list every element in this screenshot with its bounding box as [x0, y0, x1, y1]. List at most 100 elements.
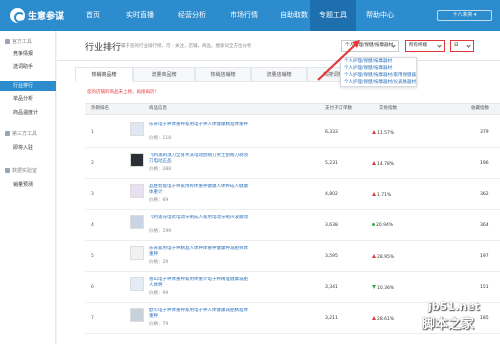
dropdown-item[interactable]: 个人护理/保健/按摩器材/家用保健器材 [341, 72, 416, 79]
rank: 5 [91, 254, 94, 259]
user-menu[interactable]: 十八未央 ▾ [437, 10, 492, 21]
table-row: 6 香山电子秤体重秤家用体重计电子秤精准健康减肥人体秤价格：99 3,341 10.3… [85, 274, 500, 303]
rank: 4 [91, 223, 94, 228]
col-product: 商品信息 [149, 106, 167, 111]
product-thumbnail[interactable] [130, 184, 144, 198]
product-price: 价格：199 [149, 229, 172, 234]
sidebar-item-industry-rank[interactable]: 行业排行 [0, 81, 56, 91]
logo-icon [10, 7, 25, 23]
nav-live[interactable]: 实时直播 [118, 0, 162, 31]
collect-index: 379 [480, 130, 489, 135]
chevron-down-icon [437, 43, 442, 48]
sidebar-item-sales-forecast[interactable]: 销量预测 [0, 180, 56, 190]
collect-index: 151 [480, 285, 489, 290]
paid-orders: 3,595 [325, 254, 338, 259]
product-name-link[interactable]: 乐肯电子秤体重秤家用电子秤人体健康精准体重秤 [149, 122, 251, 128]
trade-index: 10.36% [372, 285, 394, 291]
tab-traffic-products[interactable]: 流量商品榜 [133, 67, 195, 82]
sidebar-item-keywords[interactable]: 选词助手 [0, 62, 56, 72]
page-title: 行业排行 [85, 43, 122, 53]
col-trade-index[interactable]: 交易指数 [379, 104, 397, 114]
product-price: 价格：288 [149, 167, 172, 172]
period-select[interactable]: 日 [450, 40, 474, 52]
puzzle-icon [5, 131, 10, 136]
rank: 6 [91, 285, 94, 290]
product-thumbnail[interactable] [130, 122, 144, 136]
trade-index: 1.71% [372, 192, 391, 198]
trade-index: 28.61% [372, 316, 394, 322]
sidebar-item-coming-soon[interactable]: 即将入驻 [0, 143, 56, 153]
product-thumbnail[interactable] [130, 246, 144, 260]
watermark-brand: 脚本之家 [422, 317, 475, 332]
table-row: 4 飞利浦充电式电动牙刷成人家用电动牙刷声波震动 价格：199 3,638 20.94%… [85, 212, 500, 241]
nav-home[interactable]: 首页 [78, 0, 108, 31]
tab-traffic-shops[interactable]: 流量店铺榜 [251, 67, 307, 82]
category-select[interactable]: 个人护理/保健/按摩器材 [341, 40, 399, 52]
product-price: 价格：29 [149, 260, 169, 265]
arrow-up-icon [372, 192, 376, 196]
arrow-up-icon [372, 254, 376, 258]
chevron-down-icon [466, 43, 471, 48]
dropdown-item[interactable]: 个人护理/保健/按摩器材 [341, 65, 416, 72]
arrow-up-icon [372, 316, 376, 320]
product-price: 价格：99 [149, 291, 169, 296]
arrow-up-icon [372, 161, 376, 165]
rank: 2 [91, 161, 94, 166]
paid-orders: 5,231 [325, 161, 338, 166]
col-collect-index[interactable]: 收藏指数 [471, 104, 489, 114]
chevron-down-icon [391, 43, 396, 48]
nav-help[interactable]: 帮助中心 [358, 0, 402, 31]
product-thumbnail[interactable] [130, 153, 144, 167]
rank: 7 [91, 316, 94, 321]
nav-operation-analysis[interactable]: 经营分析 [170, 0, 214, 31]
rank: 1 [91, 130, 94, 135]
nav-tools[interactable]: 专题工具 [310, 0, 356, 31]
product-thumbnail[interactable] [130, 277, 144, 291]
product-name-link[interactable]: 飞利浦剃须刀全身水洗电动刮胡刀男士刮胡刀剃须刀电动正品 [149, 153, 251, 164]
trade-index: 11.57% [372, 130, 394, 136]
nav-market[interactable]: 市场行情 [222, 0, 266, 31]
product-price: 价格：79 [149, 322, 169, 327]
table-header: 热销排名 商品信息 支付子订单数 交易指数 收藏指数 [85, 103, 500, 115]
sidebar-section-official: 官方工具 [0, 37, 56, 47]
tab-hot-products[interactable]: 热销商品榜 [75, 67, 133, 82]
sidebar-item-thermometer[interactable]: 商品温度计 [0, 108, 56, 118]
sidebar-item-product-analysis[interactable]: 单品分析 [0, 94, 56, 104]
trade-index: 14.78% [372, 161, 394, 167]
product-price: 价格：69 [149, 198, 169, 203]
product-name-link[interactable]: 飞利浦充电式电动牙刷成人家用电动牙刷声波震动 [149, 215, 251, 221]
sidebar-section-lab: 数据实验室 [0, 166, 56, 176]
rank: 3 [91, 192, 94, 197]
sidebar-section-third-party: 第三方工具 [0, 129, 56, 139]
product-name-link[interactable]: 欧贝电子秤体重秤家用电子秤人体健康减肥精准体重秤 [149, 308, 251, 319]
product-thumbnail[interactable] [130, 308, 144, 322]
product-name-link[interactable]: 香山电子秤体重秤家用体重计电子秤精准健康减肥人体秤 [149, 277, 251, 288]
dropdown-item[interactable]: 个人护理/保健/按摩器材 [341, 58, 416, 65]
sidebar: 官方工具 竞争情报 选词助手 行业排行 单品分析 商品温度计 第三方工具 即将入… [0, 31, 56, 344]
table-row: 3 品胜智能电子秤家用称体重秤健康人体秤成人健康体重计 价格：69 4,802 1.71… [85, 181, 500, 210]
arrow-up-icon [372, 130, 376, 134]
table-row: 2 飞利浦剃须刀全身水洗电动刮胡刀男士刮胡刀剃须刀电动正品价格：288 5,231 1… [85, 150, 500, 179]
terminal-select[interactable]: 所有终端 [405, 40, 445, 52]
table-row: 1 乐肯电子秤体重秤家用电子秤人体健康精准体重秤 价格：118 6,333 11.57%… [85, 119, 500, 148]
product-name-link[interactable]: 乐肯家用电子秤精准人体秤体重秤健康秤减肥称体重秤 [149, 246, 251, 257]
watermark: jb51.net 脚本之家 [418, 300, 498, 342]
sidebar-item-competition[interactable]: 竞争情报 [0, 49, 56, 59]
dot-icon [372, 223, 375, 226]
breadcrumb: 属于您的行业排行榜，可 - 关注，店铺，商品，搜索词全方位分析 [121, 44, 252, 49]
logo[interactable]: 生意参谋 [10, 7, 64, 23]
product-name-link[interactable]: 品胜智能电子秤家用称体重秤健康人体秤成人健康体重计 [149, 184, 251, 195]
table-row: 5 乐肯家用电子秤精准人体秤体重秤健康秤减肥称体重秤 价格：29 3,595 28.95… [85, 243, 500, 272]
dropdown-item[interactable]: 个人护理/保健/按摩器材/仪表肤器材 [341, 79, 416, 86]
collect-index: 197 [480, 254, 489, 259]
tab-hot-shops[interactable]: 热销店铺榜 [195, 67, 251, 82]
not-ranked-hint: 您的店铺的商品未上榜，再接再厉！ [87, 90, 159, 95]
grid-icon [5, 39, 10, 44]
collect-index: 364 [480, 223, 489, 228]
product-price: 价格：118 [149, 136, 172, 141]
col-rank: 热销排名 [91, 106, 109, 111]
product-thumbnail[interactable] [130, 215, 144, 229]
paid-orders: 3,341 [325, 285, 338, 290]
flask-icon [5, 168, 10, 173]
col-paid-orders[interactable]: 支付子订单数 [325, 104, 352, 114]
